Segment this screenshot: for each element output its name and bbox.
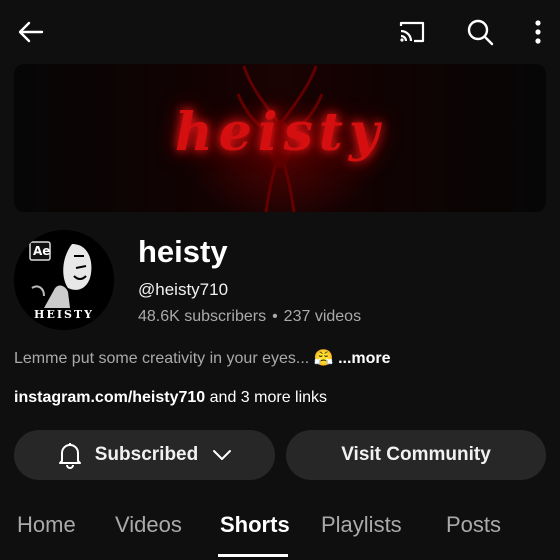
description-more-link[interactable]: ...more bbox=[338, 350, 390, 367]
channel-name: heisty bbox=[138, 234, 228, 269]
channel-links[interactable]: instagram.com/heisty710 and 3 more links bbox=[14, 389, 327, 407]
chevron-down-icon bbox=[212, 449, 232, 461]
stats-separator: • bbox=[272, 308, 278, 325]
more-options-button[interactable] bbox=[520, 14, 556, 50]
tab-videos[interactable]: Videos bbox=[115, 512, 182, 538]
banner-title: heisty bbox=[174, 102, 386, 163]
top-app-bar bbox=[0, 0, 560, 64]
active-tab-indicator bbox=[218, 554, 288, 557]
channel-avatar[interactable]: Ae HEISTY bbox=[14, 230, 114, 330]
subscriber-count: 48.6K subscribers bbox=[138, 308, 267, 325]
channel-description[interactable]: Lemme put some creativity in your eyes..… bbox=[14, 348, 391, 368]
tab-home[interactable]: Home bbox=[17, 512, 76, 538]
subscribed-button[interactable]: Subscribed bbox=[14, 430, 275, 480]
cast-icon bbox=[399, 21, 425, 43]
visit-community-button[interactable]: Visit Community bbox=[286, 430, 546, 480]
description-text: Lemme put some creativity in your eyes..… bbox=[14, 350, 310, 367]
avatar-caption: HEISTY bbox=[34, 308, 94, 321]
bell-icon bbox=[57, 441, 83, 469]
channel-banner: heisty bbox=[14, 64, 546, 212]
subscribed-label: Subscribed bbox=[94, 444, 199, 465]
tab-playlists[interactable]: Playlists bbox=[321, 512, 402, 538]
channel-tabs: Home Videos Shorts Playlists Posts bbox=[0, 504, 560, 560]
search-icon bbox=[467, 19, 494, 46]
external-link[interactable]: instagram.com/heisty710 bbox=[14, 389, 205, 406]
channel-handle: @heisty710 bbox=[138, 280, 229, 299]
avatar-badge: Ae bbox=[33, 244, 51, 258]
tab-posts[interactable]: Posts bbox=[446, 512, 501, 538]
more-vertical-icon bbox=[535, 20, 541, 44]
description-emoji: 😤 bbox=[313, 350, 334, 367]
arrow-left-icon bbox=[18, 21, 44, 43]
visit-community-label: Visit Community bbox=[341, 444, 491, 465]
search-button[interactable] bbox=[460, 14, 500, 50]
more-links-text[interactable]: and 3 more links bbox=[205, 389, 327, 406]
tab-shorts[interactable]: Shorts bbox=[220, 512, 290, 538]
cast-button[interactable] bbox=[392, 14, 432, 50]
video-count: 237 videos bbox=[283, 308, 362, 325]
channel-stats: 48.6K subscribers • 237 videos bbox=[138, 308, 361, 326]
back-button[interactable] bbox=[10, 14, 50, 50]
